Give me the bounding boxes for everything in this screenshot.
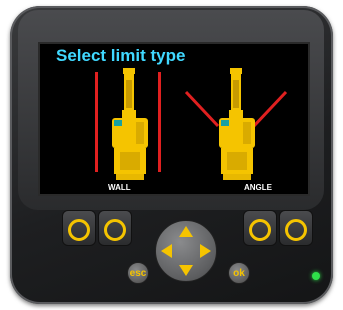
excavator-icon-wall xyxy=(112,68,148,180)
ok-button[interactable]: ok xyxy=(228,262,250,284)
navigation-pad xyxy=(155,220,217,282)
angle-limit-left-line xyxy=(184,90,220,128)
arrow-down-icon[interactable] xyxy=(179,265,193,276)
svg-text:WALL: WALL xyxy=(108,183,131,192)
softkey-1[interactable] xyxy=(62,210,96,246)
wall-option[interactable]: WALL xyxy=(95,68,161,192)
angle-limit-right-line xyxy=(252,90,288,128)
softkey-3[interactable] xyxy=(243,210,277,246)
status-led xyxy=(312,272,320,280)
excavator-icon-angle xyxy=(219,68,255,180)
esc-button[interactable]: esc xyxy=(127,262,149,284)
ring-icon xyxy=(285,219,307,241)
softkey-2[interactable] xyxy=(98,210,132,246)
wall-limit-left-line xyxy=(95,72,98,172)
arrow-right-icon[interactable] xyxy=(200,244,211,258)
softkey-4[interactable] xyxy=(279,210,313,246)
wall-limit-right-line xyxy=(158,72,161,172)
ring-icon xyxy=(249,219,271,241)
arrow-left-icon[interactable] xyxy=(161,244,172,258)
angle-label: ANGLE xyxy=(244,183,273,192)
display-screen: Select limit type WALL ANGLE xyxy=(38,42,310,196)
angle-option[interactable]: ANGLE xyxy=(184,68,288,192)
arrow-up-icon[interactable] xyxy=(179,226,193,237)
limit-illustrations: WALL ANGLE xyxy=(95,68,288,192)
ring-icon xyxy=(104,219,126,241)
wall-label: WALL xyxy=(108,183,131,192)
ring-icon xyxy=(68,219,90,241)
svg-text:ANGLE: ANGLE xyxy=(244,183,273,192)
